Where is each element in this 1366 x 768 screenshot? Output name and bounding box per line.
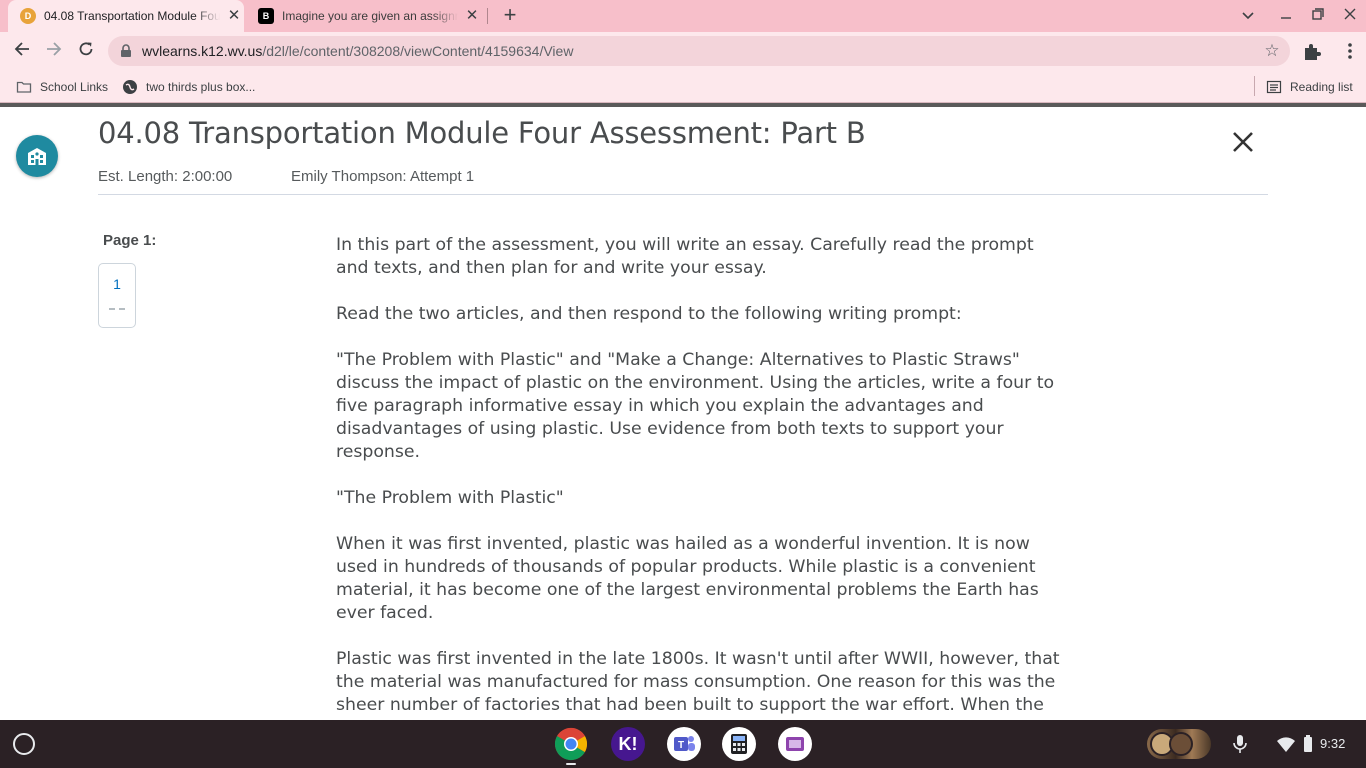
attempt-info: Emily Thompson: Attempt 1 xyxy=(291,168,475,185)
header-divider xyxy=(98,194,1268,195)
close-tab-icon[interactable]: ✕ xyxy=(464,8,480,24)
page-label: Page 1: xyxy=(103,232,157,249)
calculator-icon[interactable] xyxy=(722,727,756,761)
page-top-bar xyxy=(0,103,1366,107)
restore-icon[interactable] xyxy=(1306,4,1330,28)
page-status-indicator xyxy=(109,308,125,310)
user-avatar[interactable] xyxy=(1147,729,1211,759)
bookmarks-bar: School Links two thirds plus box... Read… xyxy=(0,70,1366,103)
wifi-icon[interactable] xyxy=(1276,734,1296,754)
chrome-icon[interactable] xyxy=(554,727,588,761)
teams-icon[interactable]: T xyxy=(667,727,701,761)
screencast-icon[interactable] xyxy=(778,727,812,761)
microphone-icon[interactable] xyxy=(1230,733,1250,755)
bookmark-separator xyxy=(1254,76,1255,96)
tab-strip: D 04.08 Transportation Module Four Asses… xyxy=(0,0,1366,32)
building-icon xyxy=(28,148,46,165)
paragraph: Plastic was first invented in the late 1… xyxy=(336,649,1060,715)
kahoot-icon[interactable]: K! xyxy=(611,727,645,761)
globe-icon xyxy=(123,80,137,94)
est-length: Est. Length: 2:00:00 xyxy=(98,168,233,185)
bookmark-label: School Links xyxy=(40,80,109,94)
bookmark-two-thirds[interactable]: two thirds plus box... xyxy=(122,76,255,98)
tab-search-icon[interactable] xyxy=(1236,4,1260,28)
tab-title: 04.08 Transportation Module Four Assessm… xyxy=(44,9,220,23)
bookmark-school-links[interactable]: School Links xyxy=(16,76,108,98)
browser-toolbar: wvlearns.k12.wv.us/d2l/le/content/308208… xyxy=(0,32,1366,70)
clock[interactable]: 9:32 xyxy=(1320,736,1345,751)
close-tab-icon[interactable]: ✕ xyxy=(226,8,242,24)
accessibility-button[interactable] xyxy=(16,135,58,177)
minimize-icon[interactable] xyxy=(1274,4,1298,28)
avatar-image xyxy=(1169,732,1193,756)
page-number: 1 xyxy=(113,276,121,292)
lock-icon xyxy=(121,44,131,57)
paragraph: "The Problem with Plastic" and "Make a C… xyxy=(336,350,1055,462)
chromeos-shelf: K! T 9:32 xyxy=(0,720,1366,768)
paragraph: In this part of the assessment, you will… xyxy=(336,235,1034,278)
active-app-indicator xyxy=(566,763,576,765)
brainly-icon: B xyxy=(258,8,274,24)
paragraph: Read the two articles, and then respond … xyxy=(336,304,962,324)
extensions-icon[interactable] xyxy=(1300,39,1324,63)
d2l-icon: D xyxy=(20,8,36,24)
folder-icon xyxy=(16,81,32,93)
reading-list-label: Reading list xyxy=(1290,80,1353,94)
bookmark-label: two thirds plus box... xyxy=(146,80,256,94)
page-1-button[interactable]: 1 xyxy=(98,263,136,328)
assessment-content: In this part of the assessment, you will… xyxy=(336,234,1066,740)
close-icon[interactable] xyxy=(1229,130,1257,158)
battery-icon[interactable] xyxy=(1302,734,1314,754)
tab-assessment[interactable]: D 04.08 Transportation Module Four Asses… xyxy=(8,0,244,32)
bookmark-star-icon[interactable]: ☆ xyxy=(1262,41,1282,61)
reading-list-button[interactable]: Reading list xyxy=(1266,76,1353,98)
reading-list-icon xyxy=(1266,80,1282,94)
launcher-icon[interactable] xyxy=(13,733,35,755)
tab-title: Imagine you are given an assignment xyxy=(282,9,458,23)
new-tab-button[interactable]: + xyxy=(498,4,522,28)
page-title: 04.08 Transportation Module Four Assessm… xyxy=(98,116,866,150)
close-window-icon[interactable] xyxy=(1338,4,1362,28)
article-title: "The Problem with Plastic" xyxy=(336,488,564,508)
back-button[interactable] xyxy=(10,39,34,63)
reload-button[interactable] xyxy=(74,39,98,63)
svg-text:T: T xyxy=(678,740,684,751)
chrome-menu-icon[interactable] xyxy=(1338,39,1362,63)
tab-separator xyxy=(487,8,488,24)
paragraph: When it was first invented, plastic was … xyxy=(336,534,1039,623)
address-bar[interactable]: wvlearns.k12.wv.us/d2l/le/content/308208… xyxy=(108,36,1290,66)
tab-brainly[interactable]: B Imagine you are given an assignment ✕ xyxy=(250,0,486,32)
forward-button[interactable] xyxy=(42,39,66,63)
url-text: wvlearns.k12.wv.us/d2l/le/content/308208… xyxy=(142,43,574,59)
